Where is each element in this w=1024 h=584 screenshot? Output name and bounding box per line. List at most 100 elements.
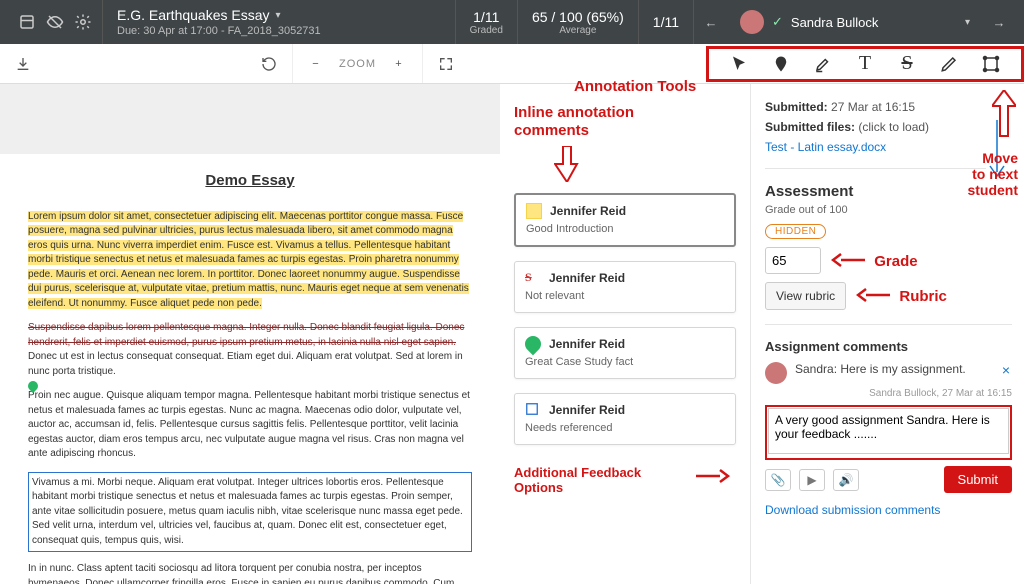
files-row: Submitted files: (click to load) bbox=[765, 120, 1012, 134]
red-up-arrow bbox=[992, 90, 1016, 145]
comments-heading: Assignment comments bbox=[765, 339, 1012, 354]
audio-record-button[interactable]: 🔊 bbox=[833, 469, 859, 491]
red-left-arrow bbox=[856, 286, 890, 307]
document-page: Demo Essay Lorem ipsum dolor sit amet, c… bbox=[0, 154, 500, 584]
mn3: student bbox=[967, 182, 1018, 198]
compose-highlight bbox=[765, 405, 1012, 460]
graded-label: Graded bbox=[470, 25, 503, 36]
move-next-label: Move to next student bbox=[967, 150, 1018, 198]
avatar bbox=[740, 10, 764, 34]
fullscreen-icon[interactable] bbox=[435, 53, 457, 75]
comment-author: Jennifer Reid bbox=[550, 204, 626, 218]
submitted-label: Submitted: bbox=[765, 100, 828, 114]
chevron-down-icon[interactable]: ▾ bbox=[276, 10, 281, 21]
inline-annotation-label: Inline annotation comments bbox=[514, 104, 736, 140]
highlight-tool[interactable] bbox=[811, 53, 835, 75]
comment-body: Great Case Study fact bbox=[525, 356, 725, 368]
highlighted-text[interactable]: Lorem ipsum dolor sit amet, consectetuer… bbox=[28, 211, 469, 309]
boxed-text[interactable]: Vivamus a mi. Morbi neque. Aliquam erat … bbox=[28, 472, 472, 553]
comment-meta: Sandra Bullock, 27 Mar at 16:15 bbox=[765, 388, 1012, 399]
rubric-callout: Rubric bbox=[899, 288, 947, 305]
grading-panel: Submitted: 27 Mar at 16:15 Submitted fil… bbox=[750, 84, 1024, 584]
check-icon: ✓ bbox=[772, 14, 783, 30]
highlight-icon bbox=[526, 203, 542, 219]
student-selector[interactable]: ✓ Sandra Bullock ▾ bbox=[730, 10, 980, 34]
submit-button[interactable]: Submit bbox=[944, 466, 1012, 493]
doc-p2b: Donec ut est in lectus consequat consequ… bbox=[28, 351, 463, 377]
red-left-arrow bbox=[831, 251, 865, 272]
annotation-comments-pane: Annotation Tools Inline annotation comme… bbox=[500, 84, 750, 584]
annotation-comment-card[interactable]: Jennifer Reid Needs referenced bbox=[514, 393, 736, 445]
stat-nav-count: 1/11 bbox=[638, 0, 693, 44]
visibility-icon[interactable] bbox=[46, 13, 64, 31]
average-score: 65 / 100 (65%) bbox=[532, 9, 624, 25]
delete-comment-button[interactable]: × bbox=[1000, 362, 1012, 378]
mn1: Move bbox=[982, 150, 1018, 166]
rotate-icon[interactable] bbox=[258, 53, 280, 75]
doc-p3: Proin nec augue. Quisque aliquam tempor … bbox=[28, 389, 472, 462]
stat-submission-index: 1/11 Graded bbox=[455, 0, 517, 44]
text-tool[interactable]: T bbox=[853, 53, 877, 75]
prev-student-button[interactable]: ← bbox=[702, 13, 720, 31]
feedback-options-row: 📎 ▶ 🔊 Submit bbox=[765, 466, 1012, 493]
comment-body: Not relevant bbox=[525, 290, 725, 302]
average-label: Average bbox=[532, 25, 624, 36]
submitted-value: 27 Mar at 16:15 bbox=[831, 100, 915, 114]
annotation-comment-card[interactable]: Jennifer Reid Good Introduction bbox=[514, 193, 736, 247]
comment-text: Sandra: Here is my assignment. bbox=[795, 362, 992, 376]
submitted-file-link[interactable]: Test - Latin essay.docx bbox=[765, 140, 886, 154]
avatar bbox=[765, 362, 787, 384]
comment-body: Good Introduction bbox=[526, 223, 724, 235]
feedback-textarea[interactable] bbox=[768, 408, 1009, 454]
strikethrough-icon: S bbox=[525, 270, 541, 286]
inline-l1: Inline annotation bbox=[514, 104, 634, 121]
annotation-comment-card[interactable]: S Jennifer Reid Not relevant bbox=[514, 261, 736, 313]
files-label: Submitted files: bbox=[765, 120, 855, 134]
rectangle-icon bbox=[525, 402, 541, 418]
comment-author: Jennifer Reid bbox=[549, 271, 625, 285]
strikethrough-tool[interactable]: S bbox=[895, 53, 919, 75]
student-name: Sandra Bullock bbox=[791, 15, 878, 30]
inline-l2: comments bbox=[514, 122, 589, 139]
assignment-title: E.G. Earthquakes Essay bbox=[117, 7, 270, 23]
download-comments-link[interactable]: Download submission comments bbox=[765, 503, 940, 517]
rectangle-tool[interactable] bbox=[979, 53, 1003, 75]
red-right-arrow bbox=[696, 467, 730, 488]
assignment-comment: Sandra: Here is my assignment. × bbox=[765, 362, 1012, 384]
grade-out-of: Grade out of 100 bbox=[765, 204, 1012, 216]
zoom-out-button[interactable]: − bbox=[305, 53, 327, 75]
pointer-tool[interactable] bbox=[727, 53, 751, 75]
grade-input[interactable] bbox=[765, 247, 821, 274]
top-bar: E.G. Earthquakes Essay ▾ Due: 30 Apr at … bbox=[0, 0, 1024, 44]
submitted-row: Submitted: 27 Mar at 16:15 bbox=[765, 100, 1012, 114]
student-nav: ← ✓ Sandra Bullock ▾ → bbox=[693, 0, 1016, 44]
menu-icon[interactable] bbox=[18, 13, 36, 31]
draw-tool[interactable] bbox=[937, 53, 961, 75]
next-student-button[interactable]: → bbox=[990, 13, 1008, 31]
comment-author: Jennifer Reid bbox=[549, 403, 625, 417]
annotation-tools-label: Annotation Tools bbox=[574, 78, 696, 95]
doc-toolbar: − ZOOM + T S bbox=[0, 44, 1024, 84]
nav-count: 1/11 bbox=[653, 14, 679, 30]
document-pane[interactable]: Demo Essay Lorem ipsum dolor sit amet, c… bbox=[0, 84, 500, 584]
annotation-toolbar: T S bbox=[706, 46, 1024, 82]
struck-text[interactable]: Suspendisse dapibus lorem pellentesque m… bbox=[28, 322, 464, 348]
hidden-badge: HIDDEN bbox=[765, 224, 826, 239]
annotation-comment-card[interactable]: Jennifer Reid Great Case Study fact bbox=[514, 327, 736, 379]
additional-feedback-label: Additional Feedback Options bbox=[514, 465, 686, 495]
doc-p5: In in nunc. Class aptent taciti sociosqu… bbox=[28, 562, 472, 584]
attach-file-button[interactable]: 📎 bbox=[765, 469, 791, 491]
submission-index-value: 1/11 bbox=[470, 9, 503, 25]
download-icon[interactable] bbox=[12, 53, 34, 75]
zoom-in-button[interactable]: + bbox=[388, 53, 410, 75]
media-record-button[interactable]: ▶ bbox=[799, 469, 825, 491]
topbar-left-icons bbox=[8, 0, 103, 44]
view-rubric-button[interactable]: View rubric bbox=[765, 282, 846, 310]
red-down-arrow bbox=[554, 146, 736, 185]
pin-icon bbox=[522, 333, 545, 356]
doc-title: Demo Essay bbox=[28, 170, 472, 192]
chevron-down-icon[interactable]: ▾ bbox=[965, 17, 970, 28]
pin-tool[interactable] bbox=[769, 53, 793, 75]
comment-author: Jennifer Reid bbox=[549, 337, 625, 351]
gear-icon[interactable] bbox=[74, 13, 92, 31]
